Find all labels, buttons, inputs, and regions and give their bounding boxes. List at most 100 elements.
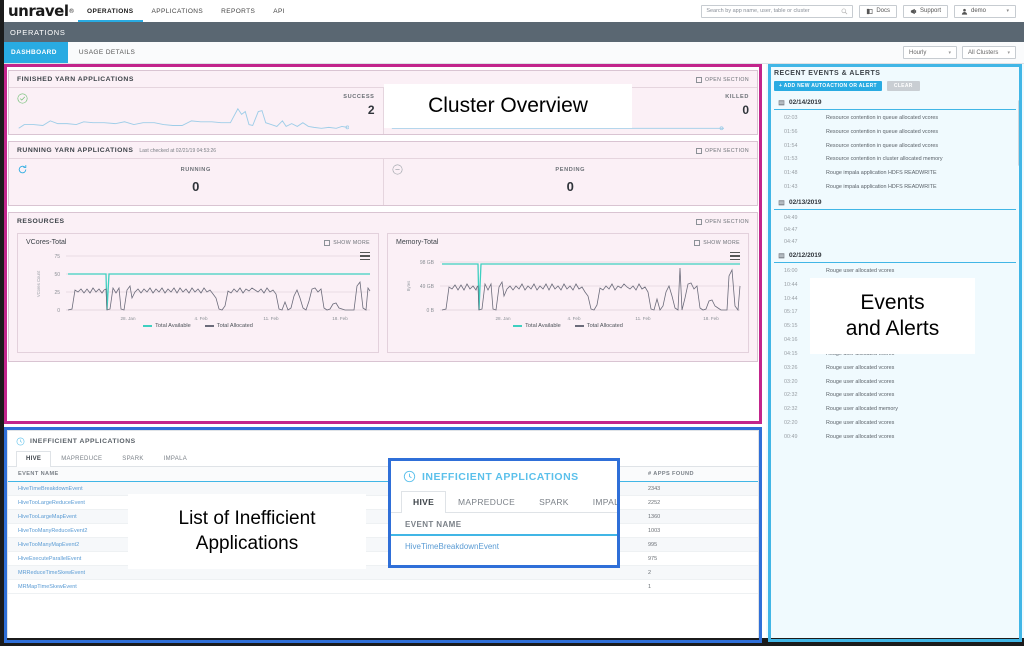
memory-show-more[interactable]: SHOW MORE [694, 239, 740, 246]
table-row[interactable]: HiveTooLargeReduceEvent 2252 [8, 495, 758, 510]
table-row[interactable]: HiveTooManyReduceEvent2 1003 [8, 523, 758, 538]
column-apps-found[interactable]: # APPS FOUND [638, 467, 758, 482]
zoom-inset-row-first[interactable]: HiveTimeBreakdownEvent [391, 536, 617, 557]
table-row[interactable]: MRMapTimeSkewEvent 1 [8, 579, 758, 594]
tab-usage-details[interactable]: USAGE DETAILS [68, 42, 146, 63]
nav-item-applications[interactable]: APPLICATIONS [143, 0, 213, 22]
event-item[interactable]: 02:32 Rouge user allocated memory [774, 403, 1016, 417]
event-time: 02:20 [784, 420, 798, 427]
open-section-label: OPEN SECTION [705, 147, 749, 154]
recent-events-title: RECENT EVENTS & ALERTS [774, 70, 881, 77]
finished-yarn-open-section[interactable]: OPEN SECTION [696, 76, 749, 83]
nav-item-operations[interactable]: OPERATIONS [78, 0, 143, 22]
support-button[interactable]: Support [902, 4, 948, 18]
tab-hive[interactable]: HIVE [401, 491, 447, 513]
vcores-chart-card: VCores-Total SHOW MORE 75 50 25 0 VCores… [17, 233, 379, 353]
finished-yarn-title: FINISHED YARN APPLICATIONS [17, 76, 134, 83]
table-row[interactable]: MRReduceTimeSkewEvent 2 [8, 565, 758, 580]
table-body: HiveTimeBreakdownEvent 2343 HiveTooLargeR… [8, 481, 758, 594]
tab-spark[interactable]: SPARK [527, 491, 581, 512]
table-row[interactable]: HiveExecuteParallelEvent 975 [8, 551, 758, 566]
resources-charts: VCores-Total SHOW MORE 75 50 25 0 VCores… [9, 229, 757, 361]
nav-label: REPORTS [221, 7, 256, 15]
event-item[interactable]: 01:53 Resource contention in cluster allo… [774, 153, 1016, 167]
docs-button[interactable]: Docs [859, 4, 897, 18]
event-text: Resource contention in queue allocated v… [826, 142, 939, 149]
legend-total-allocated[interactable]: Total Allocated [204, 323, 253, 329]
clear-events-button[interactable]: CLEAR [886, 81, 920, 91]
event-item[interactable]: 02:03 Resource contention in queue alloca… [774, 112, 1016, 126]
app-logo[interactable]: unravel ® [0, 0, 78, 22]
user-menu-button[interactable]: demo ▾ [954, 4, 1016, 18]
memory-chart-menu-button[interactable] [730, 252, 740, 260]
page-title-bar: OPERATIONS [0, 22, 1024, 42]
vcores-chart-header: VCores-Total SHOW MORE [18, 234, 378, 246]
global-search[interactable] [701, 4, 854, 18]
svg-text:4. Feb: 4. Feb [194, 316, 207, 321]
vcores-chart-menu-button[interactable] [360, 252, 370, 260]
memory-chart-header: Memory-Total SHOW MORE [388, 234, 748, 246]
event-item[interactable]: 03:20 Rouge user allocated vcores [774, 376, 1016, 390]
vcores-show-more[interactable]: SHOW MORE [324, 239, 370, 246]
legend-total-allocated[interactable]: Total Allocated [574, 323, 623, 329]
stat-pending: PENDING 0 [382, 159, 758, 205]
stat-success: SUCCESS 2 [9, 88, 383, 134]
inefficient-tabs: HIVE MAPREDUCE SPARK IMPALA [8, 451, 758, 467]
table-row[interactable]: HiveTooManyMapEvent2 995 [8, 537, 758, 552]
resources-title: RESOURCES [17, 218, 65, 225]
inefficient-applications-table: EVENT NAME # APPS FOUND HiveTimeBreakdow… [8, 467, 758, 594]
search-input[interactable] [706, 8, 842, 14]
svg-text:49 GB: 49 GB [420, 284, 435, 290]
tab-impala[interactable]: IMPALA [154, 451, 197, 466]
event-time: 01:54 [784, 142, 798, 149]
event-item[interactable]: 02:20 Rouge user allocated vcores [774, 417, 1016, 431]
tab-dashboard[interactable]: DASHBOARD [0, 42, 68, 63]
event-item[interactable]: 01:48 Rouge impala application HDFS READW… [774, 167, 1016, 181]
tab-mapreduce[interactable]: MAPREDUCE [446, 491, 527, 512]
event-item[interactable]: 01:54 Resource contention in queue alloca… [774, 140, 1016, 154]
event-day-group: 02/14/2019 02:03 Resource contention in q… [774, 97, 1016, 195]
event-item[interactable]: 00:49 Rouge user allocated vcores [774, 431, 1016, 445]
stat-running-label: RUNNING [180, 167, 211, 173]
svg-text:98 GB: 98 GB [420, 260, 435, 266]
table-row[interactable]: HiveTooLargeMapEvent 1360 [8, 509, 758, 524]
event-item[interactable]: 04:49 [774, 212, 1016, 224]
running-yarn-header: RUNNING YARN APPLICATIONS Last checked a… [9, 142, 757, 158]
calendar-icon [778, 253, 785, 259]
events-scrollbar-thumb[interactable] [1018, 100, 1021, 166]
svg-text:11. Feb: 11. Feb [635, 316, 651, 321]
resources-open-section[interactable]: OPEN SECTION [696, 218, 749, 225]
event-item[interactable]: 16:00 Rouge user allocated vcores [774, 265, 1016, 279]
event-item[interactable]: 04:47 [774, 236, 1016, 248]
tab-impala[interactable]: IMPALA [581, 491, 617, 512]
cell-event-name[interactable]: MRMapTimeSkewEvent [8, 579, 638, 594]
cluster-select[interactable]: All Clusters ▾ [962, 46, 1016, 59]
event-item[interactable]: 01:43 Rouge impala application HDFS READW… [774, 181, 1016, 195]
tab-hive[interactable]: HIVE [16, 451, 52, 467]
event-item[interactable]: 04:47 [774, 224, 1016, 236]
svg-text:0: 0 [57, 308, 60, 314]
legend-total-available[interactable]: Total Available [513, 323, 561, 329]
cell-apps-found: 2343 [638, 481, 758, 496]
calendar-icon [778, 200, 785, 206]
nav-right-group: Docs Support demo ▾ [701, 0, 1024, 22]
table-row[interactable]: HiveTimeBreakdownEvent 2343 [8, 481, 758, 496]
nav-item-reports[interactable]: REPORTS [212, 0, 264, 22]
event-item[interactable]: 02:32 Rouge user allocated vcores [774, 389, 1016, 403]
event-text: Rouge impala application HDFS READWRITE [826, 184, 937, 191]
event-item[interactable]: 03:26 Rouge user allocated vcores [774, 362, 1016, 376]
event-time: 04:47 [784, 238, 798, 245]
add-autoaction-button[interactable]: + ADD NEW AUTOACTION OR ALERT [774, 81, 882, 91]
running-yarn-open-section[interactable]: OPEN SECTION [696, 147, 749, 154]
events-scrollbar[interactable] [1018, 100, 1021, 642]
event-item[interactable]: 01:56 Resource contention in queue alloca… [774, 126, 1016, 140]
finished-yarn-card: FINISHED YARN APPLICATIONS OPEN SECTION … [8, 70, 758, 135]
granularity-select[interactable]: Hourly ▾ [903, 46, 957, 59]
legend-total-available[interactable]: Total Available [143, 323, 191, 329]
tab-spark[interactable]: SPARK [112, 451, 153, 466]
bottom-edge-strip [0, 638, 1024, 646]
running-yarn-stats: RUNNING 0 PENDING 0 [9, 158, 757, 205]
nav-item-api[interactable]: API [264, 0, 294, 22]
tab-mapreduce[interactable]: MAPREDUCE [51, 451, 112, 466]
check-circle-icon [17, 93, 28, 104]
